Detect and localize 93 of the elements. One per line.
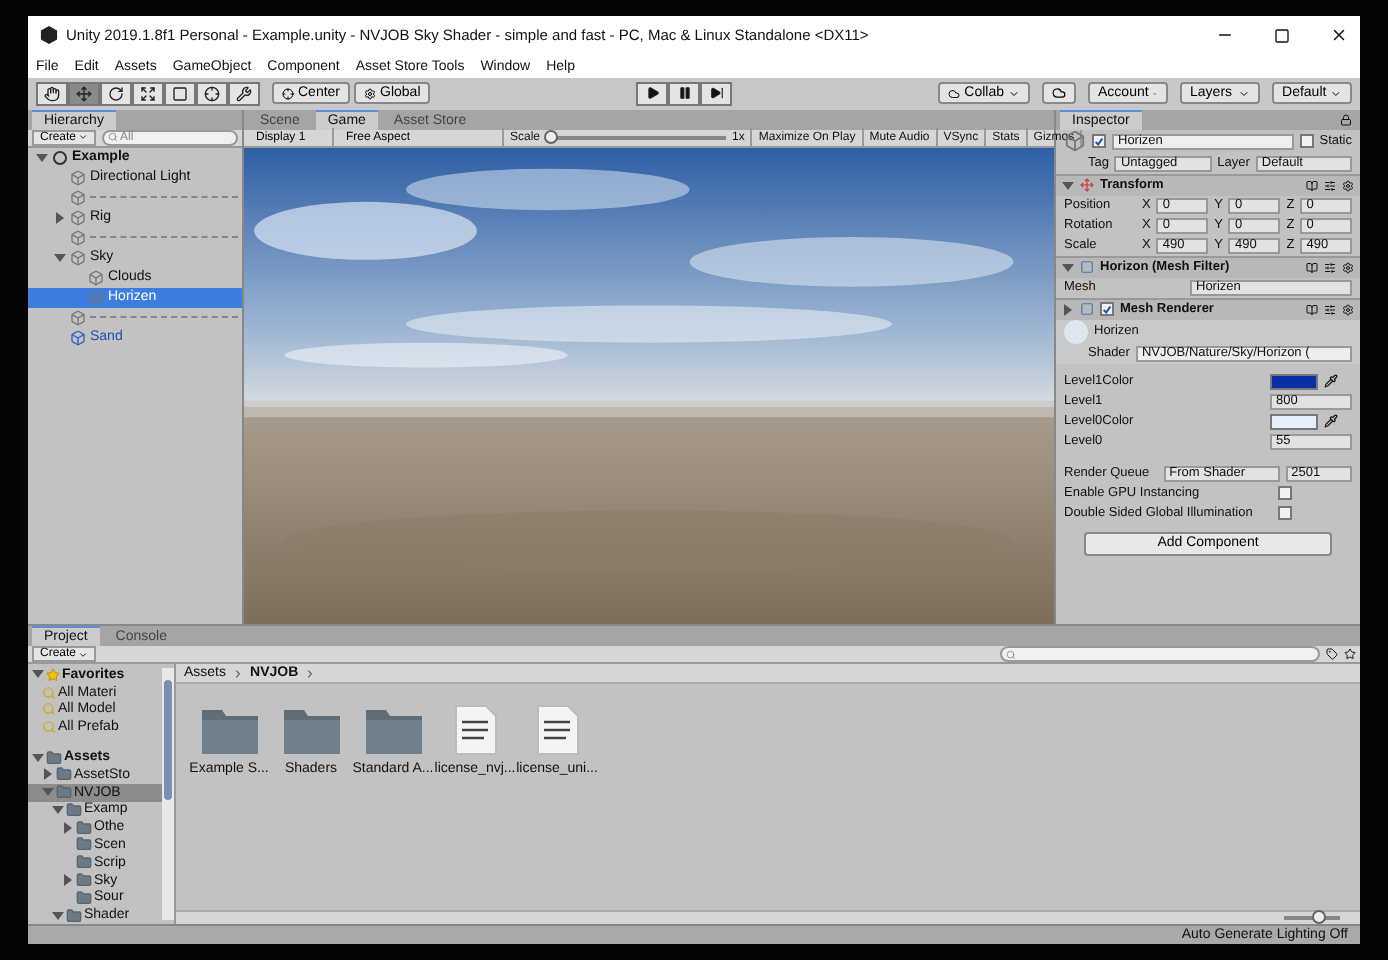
star-icon xyxy=(46,667,60,682)
move-icon xyxy=(76,85,92,102)
material-preview-icon xyxy=(1064,319,1088,344)
caret-icon xyxy=(78,649,89,660)
checkbox[interactable] xyxy=(1278,486,1292,501)
tool-button[interactable] xyxy=(164,81,196,106)
checkbox[interactable] xyxy=(1278,506,1292,521)
folder-icon xyxy=(199,704,259,757)
cube-icon xyxy=(70,309,86,326)
document-icon xyxy=(453,704,497,757)
collapsed-arrow-icon[interactable] xyxy=(42,768,54,781)
tool-button[interactable] xyxy=(36,81,68,106)
rect-icon xyxy=(172,85,188,102)
expanded-arrow-icon[interactable] xyxy=(1062,179,1074,192)
search-field[interactable] xyxy=(1000,646,1320,663)
sliders-icon[interactable] xyxy=(1324,303,1336,316)
collapsed-arrow-icon[interactable] xyxy=(54,211,66,224)
pause-button[interactable] xyxy=(668,81,701,106)
caret-icon xyxy=(1008,87,1021,100)
tool-button[interactable] xyxy=(68,81,100,106)
lock-icon[interactable] xyxy=(1340,113,1352,126)
play-icon xyxy=(645,86,660,101)
search-icon xyxy=(1006,649,1016,660)
scrollbar[interactable] xyxy=(162,668,174,921)
caret-icon xyxy=(1238,87,1251,100)
collapsed-arrow-icon[interactable] xyxy=(62,821,74,834)
crosshair-icon xyxy=(204,85,220,102)
expanded-arrow-icon[interactable] xyxy=(52,909,64,922)
expanded-arrow-icon[interactable] xyxy=(52,803,64,816)
scale-icon xyxy=(140,85,156,102)
tool-button[interactable] xyxy=(132,81,164,106)
app-logo-icon xyxy=(40,26,58,45)
collapsed-arrow-icon[interactable] xyxy=(62,874,74,887)
cube-icon xyxy=(88,289,104,306)
wrench-icon xyxy=(236,85,252,102)
hand-icon xyxy=(44,85,60,102)
tool-button[interactable] xyxy=(228,81,260,106)
settings-icon[interactable] xyxy=(1342,179,1354,192)
book-icon[interactable] xyxy=(1306,303,1318,316)
checkbox[interactable] xyxy=(1092,134,1106,149)
search-icon xyxy=(108,132,119,143)
chevron-icon xyxy=(304,667,317,680)
eyedropper-icon[interactable] xyxy=(1324,374,1338,389)
close-icon[interactable] xyxy=(1330,26,1348,45)
cube-icon xyxy=(70,189,86,206)
caret-icon xyxy=(1330,87,1343,100)
expanded-arrow-icon[interactable] xyxy=(32,668,44,681)
rotate-icon xyxy=(108,85,124,102)
crosshair-icon xyxy=(282,87,294,100)
caret-icon xyxy=(78,132,89,143)
expanded-arrow-icon[interactable] xyxy=(36,151,48,164)
expanded-arrow-icon[interactable] xyxy=(32,751,44,764)
book-icon[interactable] xyxy=(1306,261,1318,274)
book-icon[interactable] xyxy=(1306,179,1318,192)
cube-icon xyxy=(70,329,86,346)
cloud-icon xyxy=(948,87,961,100)
scale-slider[interactable] xyxy=(546,135,727,140)
cloud-icon xyxy=(1052,86,1067,101)
folder-icon xyxy=(281,704,341,757)
step-icon xyxy=(709,86,724,101)
cube-icon xyxy=(70,229,86,246)
chevron-icon xyxy=(232,667,245,680)
checkbox[interactable] xyxy=(1100,302,1114,317)
collapsed-arrow-icon[interactable] xyxy=(1062,303,1074,316)
settings-icon[interactable] xyxy=(1342,261,1354,274)
sliders-icon[interactable] xyxy=(1324,179,1336,192)
maximize-icon[interactable] xyxy=(1274,27,1290,44)
play-button[interactable] xyxy=(636,81,669,106)
cube-icon xyxy=(70,169,86,186)
color-swatch[interactable] xyxy=(1270,413,1318,430)
cube-icon xyxy=(88,269,104,286)
step-button[interactable] xyxy=(700,81,733,106)
tool-button[interactable] xyxy=(196,81,228,106)
gear-icon xyxy=(364,87,377,100)
checkbox[interactable] xyxy=(1299,134,1314,149)
scene-icon xyxy=(52,149,68,166)
settings-icon[interactable] xyxy=(1342,303,1354,316)
expanded-arrow-icon[interactable] xyxy=(1062,261,1074,274)
color-swatch[interactable] xyxy=(1270,373,1318,390)
search-icon xyxy=(42,720,56,735)
cube-icon xyxy=(70,249,86,266)
pause-icon xyxy=(677,86,692,101)
sliders-icon[interactable] xyxy=(1324,261,1336,274)
expanded-arrow-icon[interactable] xyxy=(54,251,66,264)
folder-icon xyxy=(363,704,423,757)
star-icon[interactable] xyxy=(1344,648,1356,661)
tool-button[interactable] xyxy=(100,81,132,106)
cube-icon xyxy=(70,209,86,226)
eyedropper-icon[interactable] xyxy=(1324,414,1338,429)
tag-icon[interactable] xyxy=(1326,648,1338,661)
move-icon xyxy=(1080,178,1094,193)
cloud-button[interactable] xyxy=(1042,82,1077,105)
document-icon xyxy=(535,704,579,757)
